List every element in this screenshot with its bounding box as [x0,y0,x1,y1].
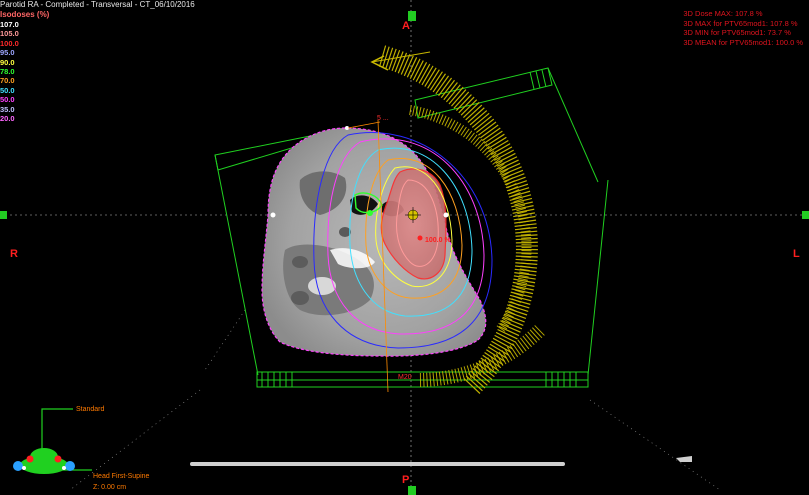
slice-scrollbar[interactable] [190,462,565,466]
dose-statistic: 3D MIN for PTV65mod1: 73.7 % [683,28,791,38]
crosshair-marker-left[interactable] [0,211,7,219]
isodose-level[interactable]: 50.0 [0,86,19,95]
isodose-legend[interactable]: 107.0 105.0 100.0 95.0 90.0 78.0 70.0 50.0 50.0 3… [0,20,19,123]
scale-label: M20 [398,374,412,381]
isodose-level[interactable]: 20.0 [0,114,19,123]
patient-orientation-label: Head First-Supine [93,473,150,480]
orientation-label-right: R [10,248,18,260]
orientation-label-left: L [793,248,800,260]
isodose-level[interactable]: 90.0 [0,58,19,67]
isodose-level[interactable]: 105.0 [0,29,19,38]
beam-ray-right [589,399,721,491]
window-title: Parotid RA - Completed - Transversal - C… [0,0,195,9]
dose-statistic: 3D Dose MAX: 107.8 % [683,9,763,18]
isodose-legend-title: Isodoses (%) [0,10,50,19]
isodose-level[interactable]: 78.0 [0,67,19,76]
isodose-level[interactable]: 100.0 [0,39,19,48]
isodose-level[interactable]: 95.0 [0,48,19,57]
body-landmark-right[interactable] [443,212,449,218]
ct-transversal-viewport[interactable]: Parotid RA - Completed - Transversal - C… [0,0,809,495]
orientation-label-posterior: P [402,474,410,486]
body-landmark-left[interactable] [270,212,276,218]
dose-statistics: 3D Dose MAX: 107.8 % 3D MAX for PTV65mod1… [683,9,803,48]
slice-position-label: Z: 0.00 cm [93,484,127,491]
beam-angle-label: 5 ... [377,115,389,122]
dose-statistic: 3D MAX for PTV65mod1: 107.8 % [683,18,798,28]
beam-ray-mid [204,309,246,371]
beam-edge-marker [347,121,381,129]
reference-point-green[interactable] [367,210,373,216]
scroll-end-icon[interactable] [676,456,692,462]
dose-max-point[interactable] [417,235,423,241]
crosshair-marker-right[interactable] [802,211,809,219]
isodose-level[interactable]: 35.0 [0,105,19,114]
patient-orientation-widget[interactable] [13,408,92,474]
dose-point-label: 100.0 % [425,237,451,244]
isodose-level[interactable]: 70.0 [0,76,19,85]
dose-statistic: 3D MEAN for PTV65mod1: 100.0 % [683,38,803,48]
orientation-label-anterior: A [402,20,410,32]
isodose-level[interactable]: 50.0 [0,95,19,104]
crosshair-marker-bottom[interactable] [408,486,416,495]
orientation-preset-label: Standard [76,406,105,413]
ct-image-canvas[interactable] [0,0,809,495]
isodose-level[interactable]: 107.0 [0,20,19,29]
